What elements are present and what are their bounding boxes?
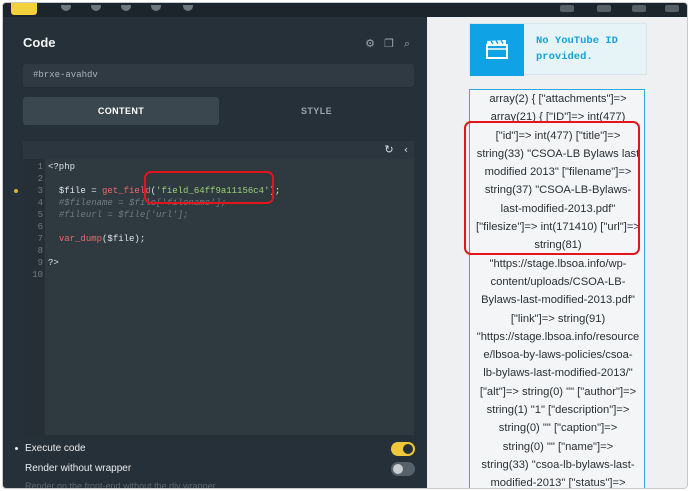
toggle-knob [393,464,403,474]
toggle-view-icon[interactable]: ⚙ [364,38,376,50]
dump-line: string(0) "" ["caption"]=> [498,422,618,435]
dump-line: string(33) "csoa-lb-bylaws-last- [481,458,635,471]
notice-line: No YouTube ID [536,35,618,47]
line-number: 4 [37,198,43,208]
device-icon[interactable] [665,5,679,12]
search-icon[interactable]: ⌕ [401,38,413,50]
toolbar-settings-icon[interactable] [121,5,131,11]
film-clapper-icon [470,24,524,76]
dump-line: modified-2013" ["status"]=> [490,477,626,489]
bullet-dot [15,447,18,450]
editor-toolbar: ↻ ‹ [23,141,414,159]
code-line-7: var_dump($file); [48,234,145,244]
dump-line: e/lbsoa-by-laws-policies/csoa- [483,349,633,362]
setting-label: Render without wrapper [25,463,132,474]
code-args: ($file); [102,234,146,244]
dump-line: array(2) { ["attachments"]=> [489,93,627,105]
preview-toolbar [427,3,687,17]
builder-toolbar [3,3,427,17]
php-open-tag: <?php [48,162,76,172]
annotation-highlight-dump [464,121,640,255]
dump-line: "https://stage.lbsoa.info/resource [476,330,640,343]
panel-tabs: CONTENT STYLE [23,97,414,125]
chevron-left-icon[interactable]: ‹ [398,142,414,158]
execute-code-setting: Execute code [15,441,415,459]
dump-line: ["link"]=> string(91) [510,312,606,325]
toggle-knob [403,444,413,454]
execute-code-toggle[interactable] [391,442,415,456]
line-number: 1 [37,162,43,172]
dump-line: "https://stage.lbsoa.info/wp- [489,257,627,270]
code-line-5: #fileurl = $file['url']; [48,210,189,220]
device-icon[interactable] [597,5,611,12]
toolbar-circle-icon[interactable] [91,5,101,11]
dump-line: string(0) "" ["name"]=> [502,440,614,453]
toolbar-arrow-icon[interactable] [61,5,71,11]
line-number: 8 [37,246,43,256]
code-function: var_dump [58,234,103,244]
tab-style[interactable]: STYLE [219,97,414,125]
dump-line: lb-bylaws-last-modified-2013/" [483,367,633,380]
render-without-wrapper-toggle[interactable] [391,462,415,476]
line-number: 9 [37,258,43,268]
builder-panel: Code ⚙ ❐ ⌕ #brxe-avahdv CONTENT STYLE ↻ … [3,3,427,489]
line-gutter: 1 2 3 4 5 6 7 8 9 10 [23,159,45,435]
modified-line-marker [14,189,18,193]
youtube-notice: No YouTube ID provided. [469,23,647,76]
code-assign: $file = [58,186,103,196]
line-number: 5 [37,210,43,220]
dump-line: Bylaws-last-modified-2013.pdf" [481,294,635,307]
copy-icon[interactable]: ❐ [383,38,395,50]
refresh-icon[interactable]: ↻ [381,142,397,158]
toolbar-history-icon[interactable] [183,5,193,11]
dump-line: ["alt"]=> string(0) "" ["author"]=> [479,385,637,398]
line-number: 2 [37,174,43,184]
setting-description: Render on the front-end without the div … [25,481,216,489]
php-close-tag: ?> [48,258,59,268]
app-window: Code ⚙ ❐ ⌕ #brxe-avahdv CONTENT STYLE ↻ … [2,2,688,489]
tab-content[interactable]: CONTENT [23,97,219,125]
dump-line: string(1) "1" ["description"]=> [486,404,630,417]
setting-label: Execute code [25,443,86,454]
code-comment: #fileurl = $file['url']; [58,210,189,220]
line-number: 3 [37,186,43,196]
notice-line: provided. [536,51,593,63]
device-icon[interactable] [560,5,574,12]
youtube-notice-text: No YouTube ID provided. [536,33,646,65]
code-line-1: <?php [48,162,75,172]
panel-title: Code [23,35,56,50]
annotation-highlight-field [144,171,274,204]
line-number: 6 [37,222,43,232]
device-icon[interactable] [632,5,646,12]
code-line-9: ?> [48,258,59,268]
line-number: 7 [37,234,43,244]
bricks-logo[interactable] [11,3,37,15]
line-number: 10 [32,270,43,280]
toolbar-globe-icon[interactable] [151,5,161,11]
dump-line: content/uploads/CSOA-LB- [490,275,626,288]
css-id-field[interactable]: #brxe-avahdv [23,64,414,87]
render-without-wrapper-setting: Render without wrapper [15,461,415,479]
